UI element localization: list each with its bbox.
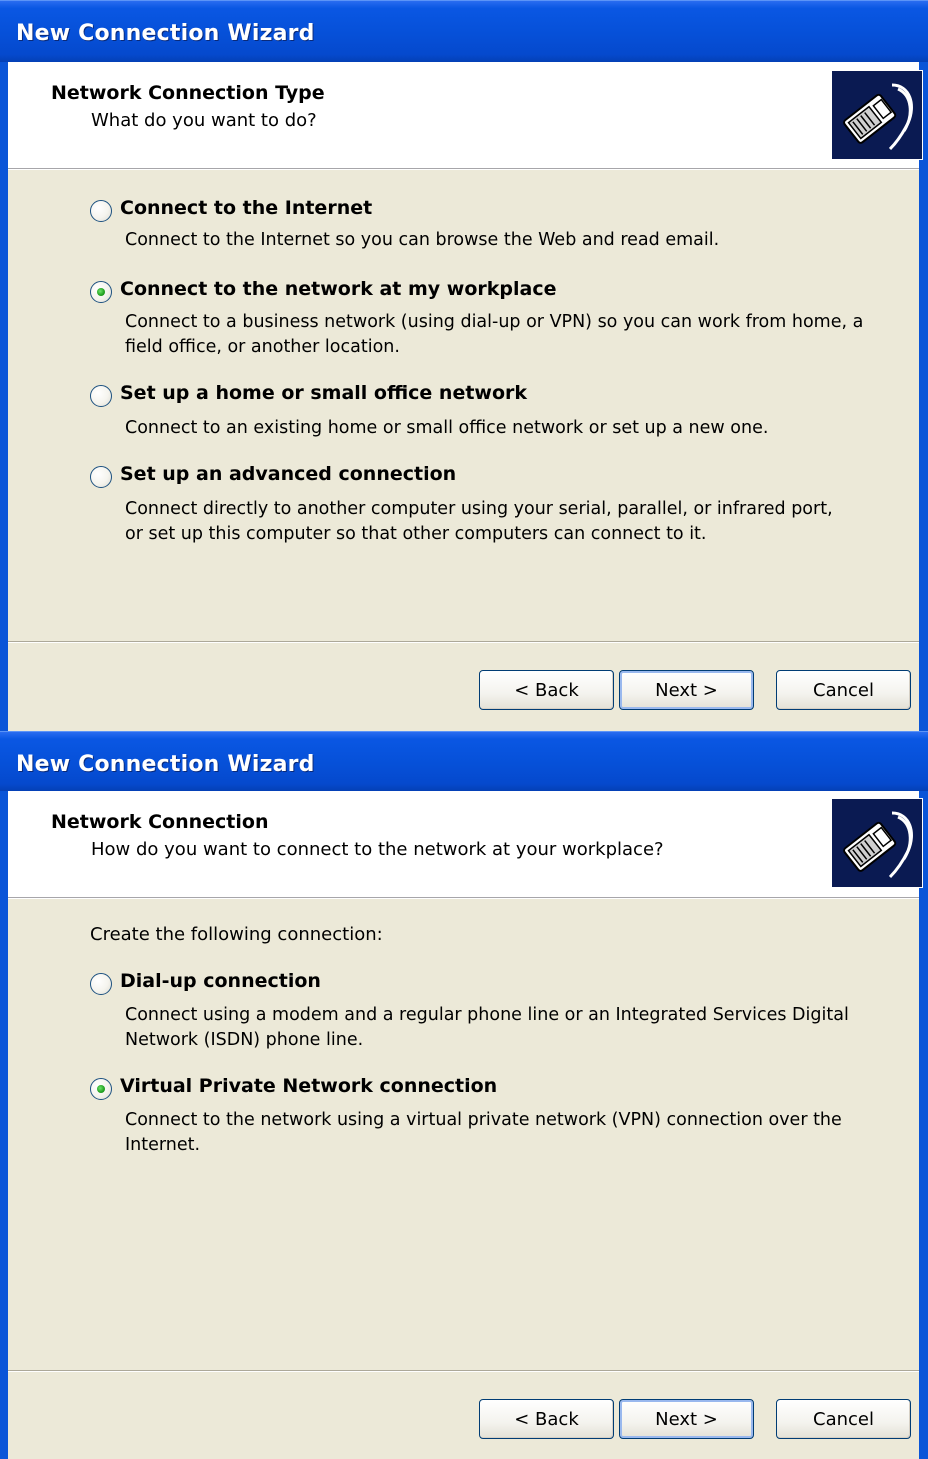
option-desc-dial-up: Connect using a modem and a regular phon… (125, 1005, 849, 1050)
network-cable-icon (831, 798, 923, 888)
option-desc-connect-internet: Connect to the Internet so you can brows… (125, 230, 720, 250)
page-subtitle: How do you want to connect to the networ… (91, 839, 664, 860)
option-label-connect-internet[interactable]: Connect to the Internet (120, 197, 372, 219)
cancel-button[interactable]: Cancel (776, 670, 911, 710)
wizard-window-connection-type: New Connection Wizard Network Connection… (0, 0, 928, 731)
option-label-dial-up[interactable]: Dial-up connection (120, 970, 321, 992)
wizard-header: Network Connection Type What do you want… (8, 62, 923, 169)
title-bar[interactable]: New Connection Wizard (0, 731, 928, 791)
page-title: Network Connection (51, 811, 269, 833)
window-frame-left (0, 791, 8, 1459)
wizard-header: Network Connection How do you want to co… (8, 791, 923, 898)
cancel-button[interactable]: Cancel (776, 1399, 911, 1439)
option-label-advanced-connection[interactable]: Set up an advanced connection (120, 463, 456, 485)
option-label-home-network[interactable]: Set up a home or small office network (120, 382, 527, 404)
radio-connect-workplace[interactable] (90, 281, 112, 303)
next-button[interactable]: Next > (619, 670, 754, 710)
title-bar[interactable]: New Connection Wizard (0, 0, 928, 62)
back-button[interactable]: < Back (479, 670, 614, 710)
wizard-body: Create the following connection: Dial-up… (8, 899, 919, 1459)
radio-selected-dot (97, 288, 105, 296)
radio-dial-up[interactable] (90, 973, 112, 995)
radio-vpn[interactable] (90, 1078, 112, 1100)
option-desc-vpn: Connect to the network using a virtual p… (125, 1110, 842, 1155)
option-desc-advanced-connection: Connect directly to another computer usi… (125, 499, 833, 544)
window-frame-left (0, 62, 8, 731)
option-label-connect-workplace[interactable]: Connect to the network at my workplace (120, 278, 557, 300)
footer-separator (8, 641, 919, 643)
page-title: Network Connection Type (51, 82, 325, 104)
wizard-window-network-connection: New Connection Wizard Network Connection… (0, 731, 928, 1459)
option-label-vpn[interactable]: Virtual Private Network connection (120, 1075, 497, 1097)
window-frame-right (919, 62, 928, 731)
page-subtitle: What do you want to do? (91, 110, 317, 131)
radio-connect-internet[interactable] (90, 200, 112, 222)
window-title: New Connection Wizard (16, 752, 315, 777)
network-cable-icon (831, 70, 923, 160)
radio-home-network[interactable] (90, 385, 112, 407)
next-button[interactable]: Next > (619, 1399, 754, 1439)
radio-selected-dot (97, 1085, 105, 1093)
option-desc-connect-workplace: Connect to a business network (using dia… (125, 312, 864, 357)
intro-text: Create the following connection: (90, 924, 383, 945)
window-frame-right (919, 791, 928, 1459)
back-button[interactable]: < Back (479, 1399, 614, 1439)
option-desc-home-network: Connect to an existing home or small off… (125, 418, 769, 438)
footer-separator (8, 1370, 919, 1372)
wizard-body: Connect to the Internet Connect to the I… (8, 170, 919, 731)
window-title: New Connection Wizard (16, 21, 315, 46)
radio-advanced-connection[interactable] (90, 466, 112, 488)
